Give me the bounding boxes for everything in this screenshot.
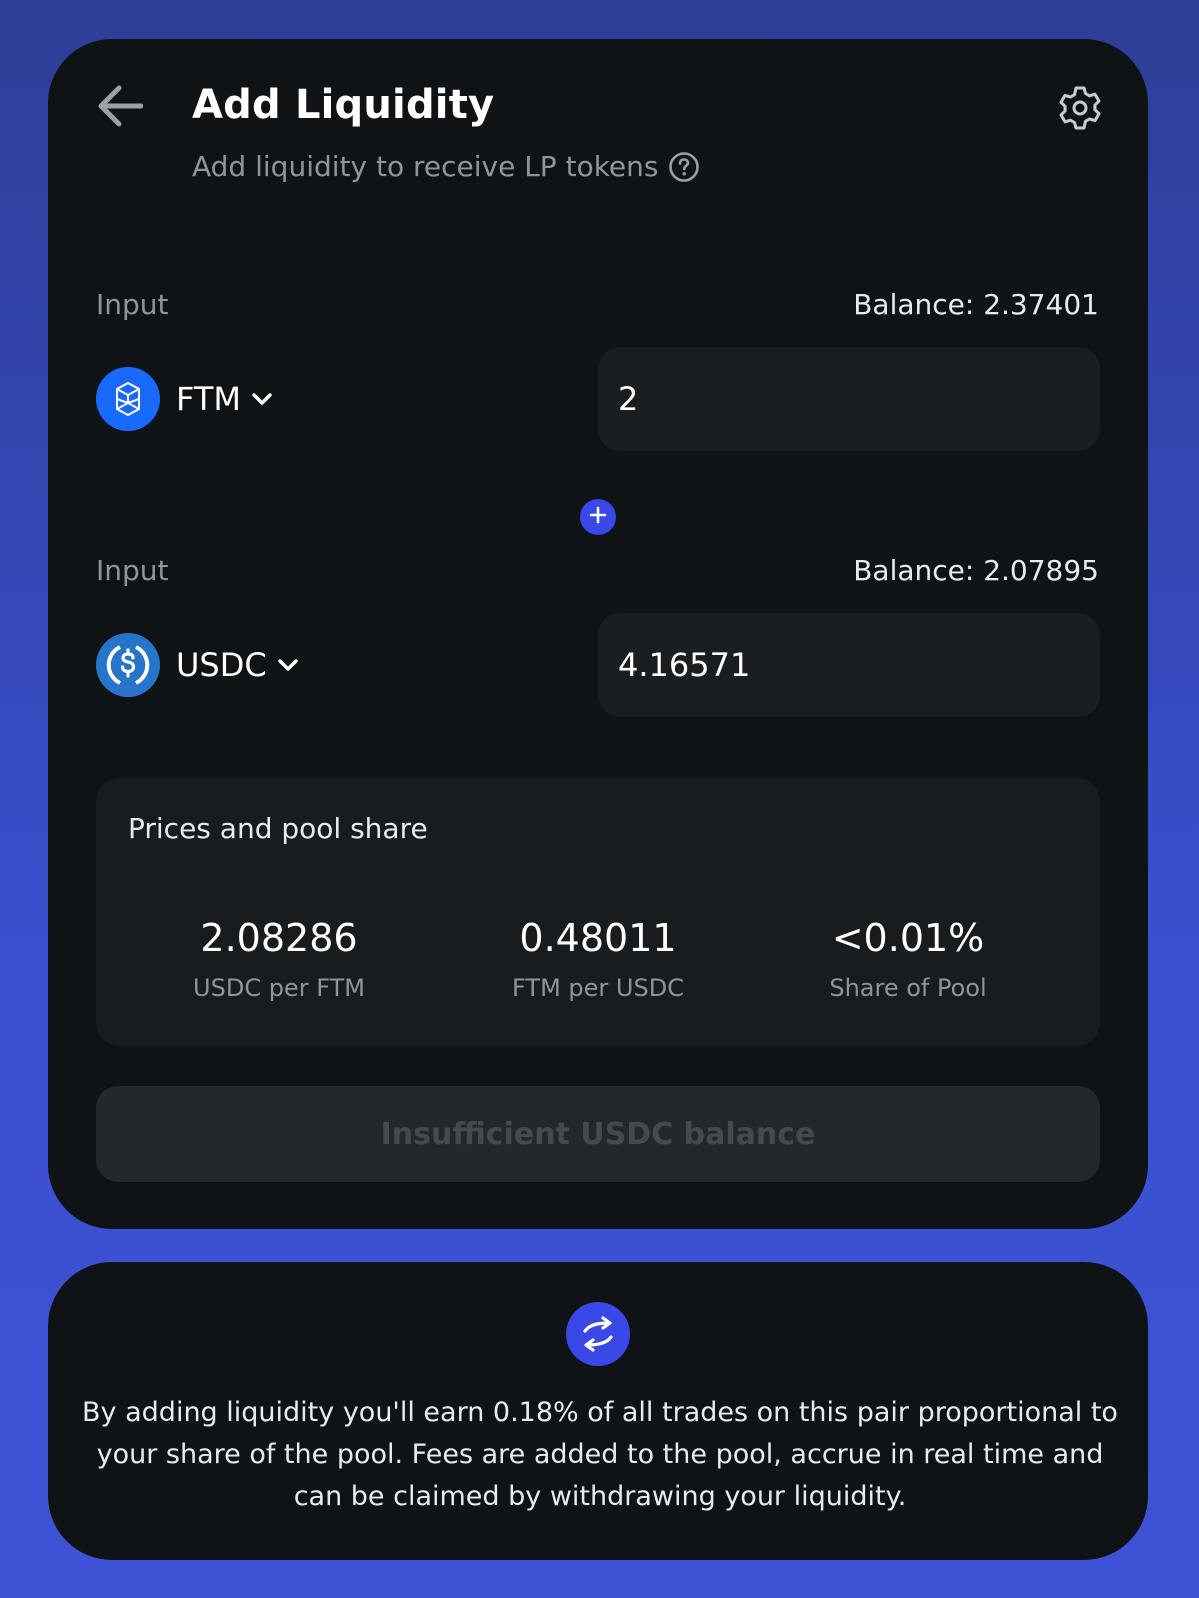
fantom-logo-icon	[96, 367, 160, 431]
stat-value: 0.48011	[519, 916, 677, 960]
plus-button	[580, 499, 616, 535]
input-a-label: Input	[96, 288, 169, 321]
token-select-a[interactable]: FTM	[96, 367, 273, 431]
input-b-label: Input	[96, 554, 169, 587]
info-text: By adding liquidity you'll earn 0.18% of…	[82, 1397, 1118, 1512]
token-select-b[interactable]: USDC	[96, 633, 299, 697]
chevron-down-icon	[277, 658, 299, 672]
settings-button[interactable]	[1052, 82, 1108, 138]
gear-icon	[1057, 85, 1103, 135]
stat-label: FTM per USDC	[512, 974, 684, 1002]
stat-label: Share of Pool	[829, 974, 987, 1002]
amount-input-a[interactable]: 2	[598, 347, 1100, 451]
stat-value: <0.01%	[831, 916, 985, 960]
insufficient-balance-button[interactable]: Insufficient USDC balance	[96, 1086, 1100, 1182]
token-name-a: FTM	[176, 380, 241, 418]
amount-input-b[interactable]: 4.16571	[598, 613, 1100, 717]
prices-title: Prices and pool share	[128, 812, 428, 845]
input-a-balance: Balance: 2.37401	[853, 288, 1099, 321]
prices-panel: Prices and pool share 2.08286 USDC per F…	[96, 778, 1100, 1046]
plus-icon	[589, 506, 607, 528]
token-name-b: USDC	[176, 646, 267, 684]
question-circle-icon[interactable]	[668, 151, 700, 183]
stat-share-of-pool: <0.01% Share of Pool	[758, 916, 1058, 1002]
stat-ftm-per-usdc: 0.48011 FTM per USDC	[448, 916, 748, 1002]
stat-value: 2.08286	[200, 916, 358, 960]
arrow-left-icon	[97, 85, 144, 131]
usdc-logo-icon	[96, 633, 160, 697]
page-title: Add Liquidity	[192, 82, 495, 128]
back-button[interactable]	[92, 80, 148, 136]
input-b-balance: Balance: 2.07895	[853, 554, 1099, 587]
chevron-down-icon	[251, 392, 273, 406]
subtitle-text: Add liquidity to receive LP tokens	[192, 150, 659, 183]
stat-label: USDC per FTM	[193, 974, 365, 1002]
page-subtitle: Add liquidity to receive LP tokens	[192, 150, 700, 183]
stat-usdc-per-ftm: 2.08286 USDC per FTM	[129, 916, 429, 1002]
swap-arrows-icon	[566, 1302, 630, 1366]
